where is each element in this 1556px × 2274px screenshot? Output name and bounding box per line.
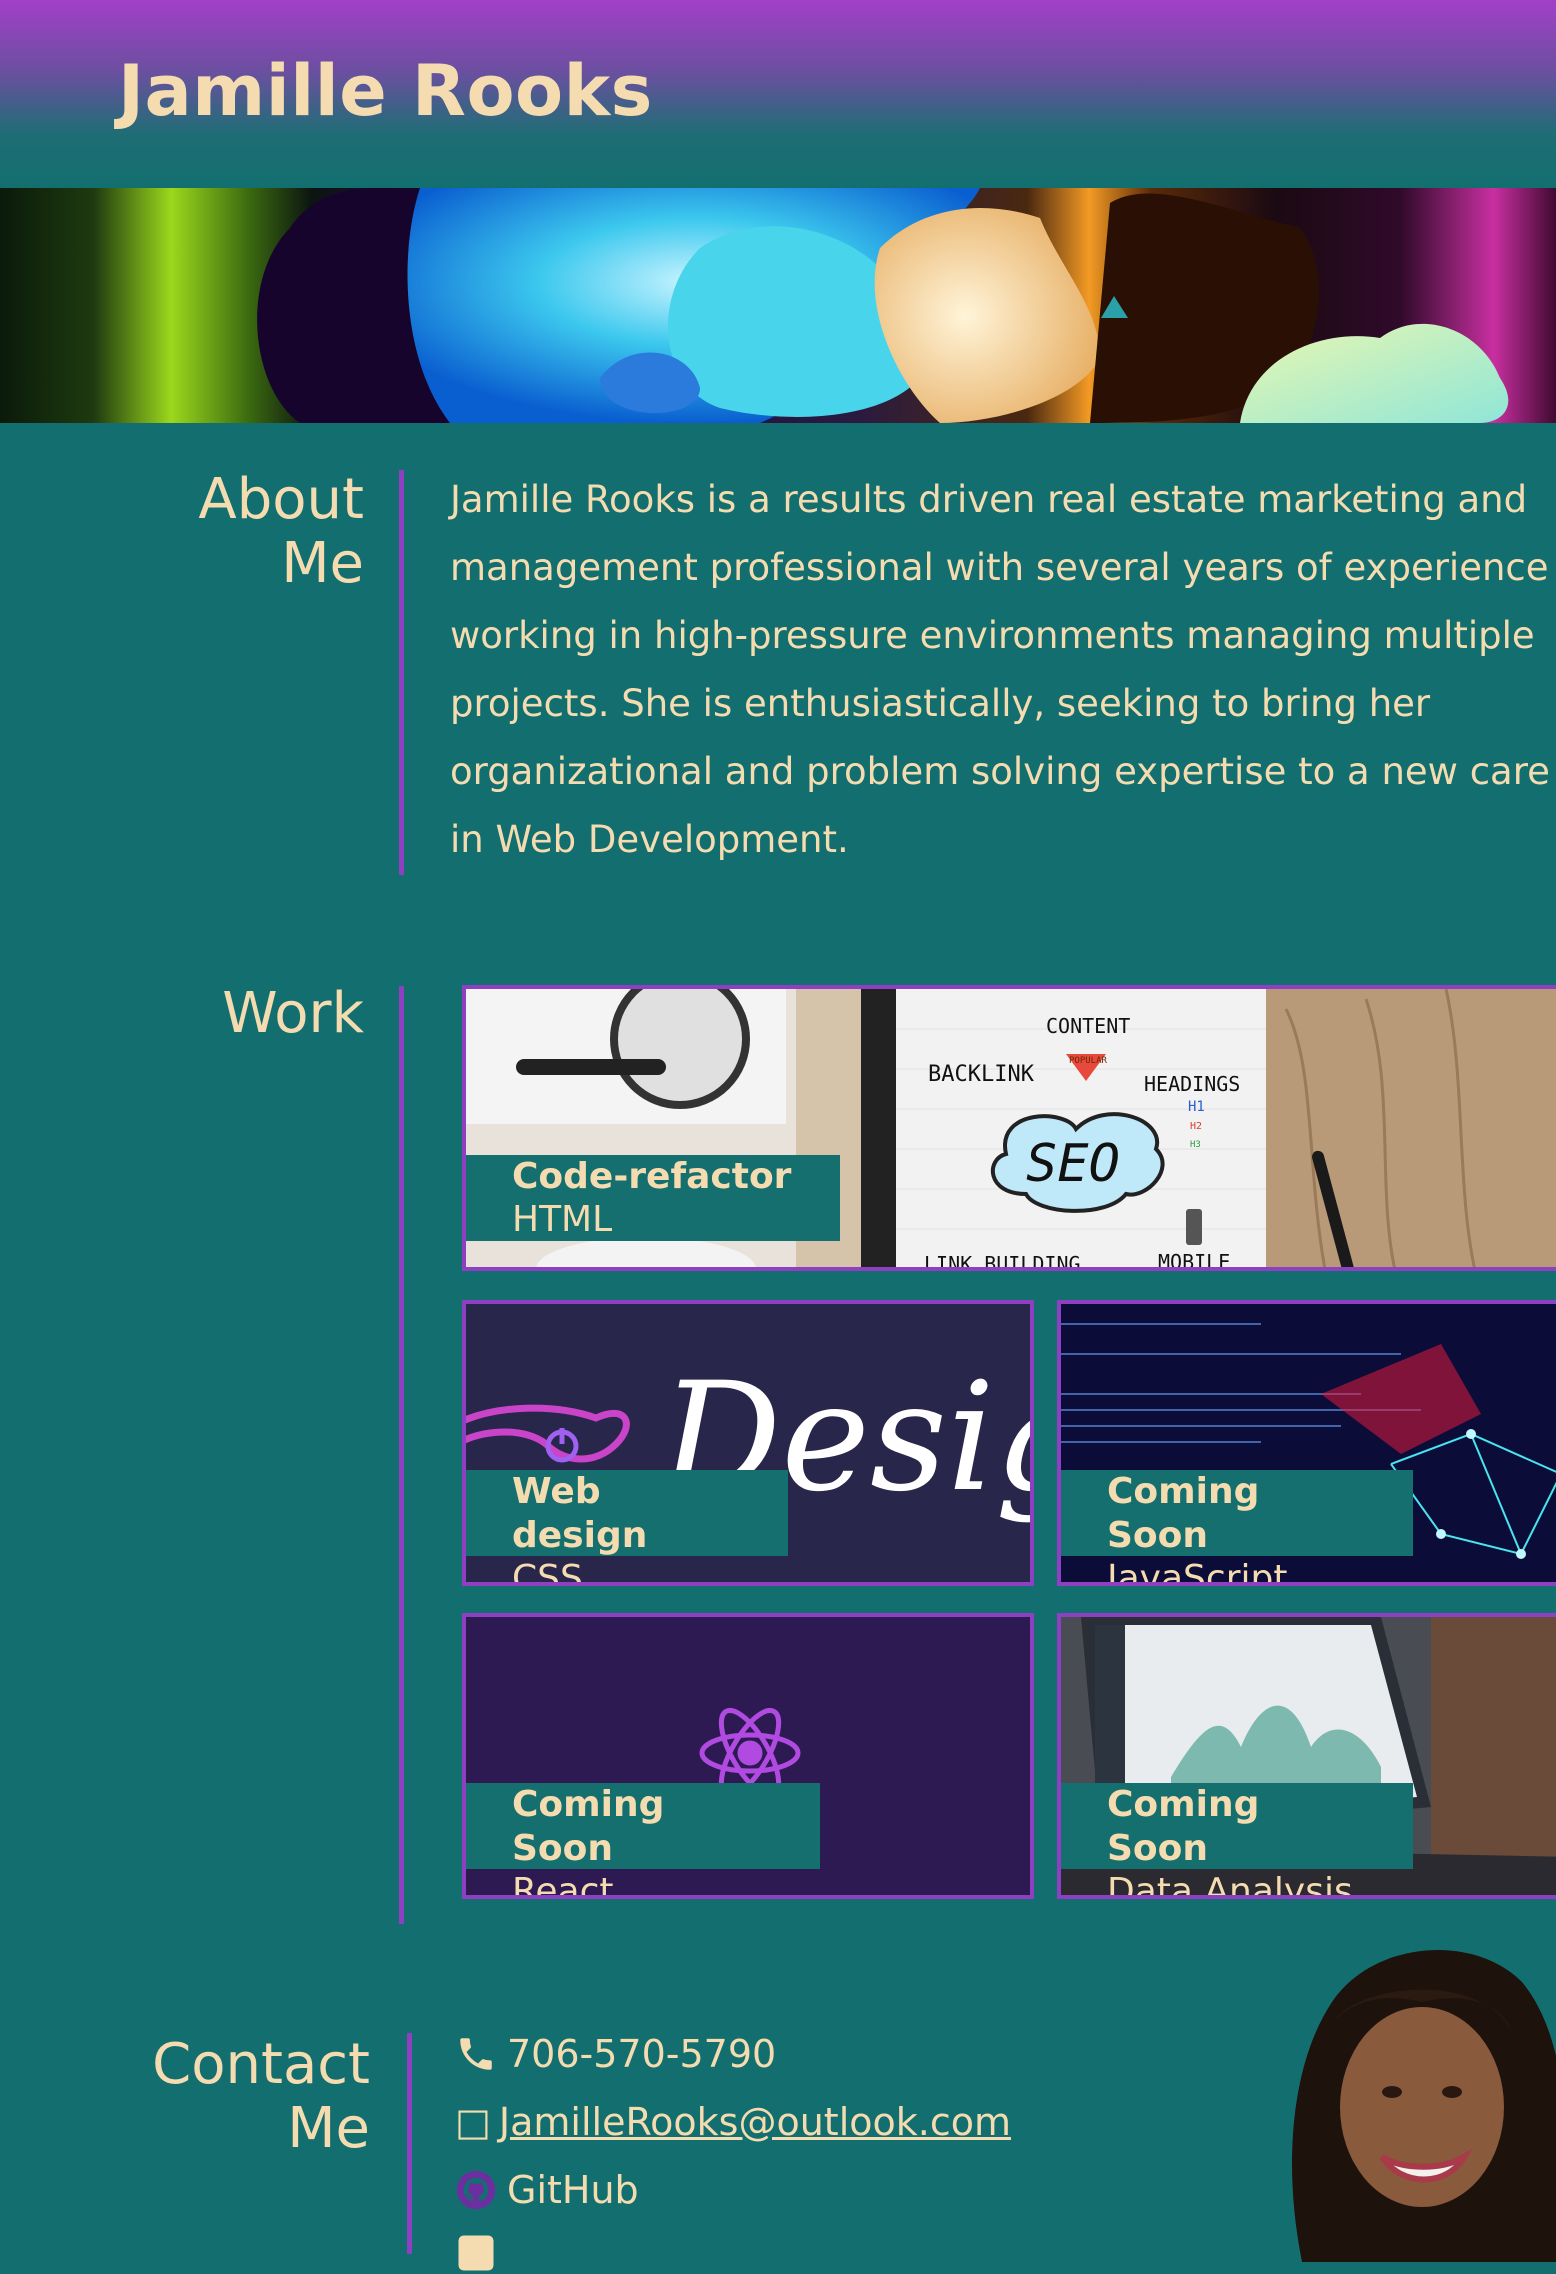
contact-email[interactable]: □ JamilleRooks@outlook.com [455,2100,1011,2144]
project-title: Coming Soon [512,1784,665,1869]
project-subtitle: CSS [512,1558,583,1586]
seo-word-popular: POPULAR [1069,1056,1108,1066]
seo-word-headings: HEADINGS [1144,1072,1240,1096]
project-title: Coming Soon [1107,1784,1260,1869]
about-divider [399,470,404,875]
seo-word-h1: H1 [1188,1099,1205,1115]
seo-word-h2: H2 [1190,1121,1202,1132]
seo-word-link-building: LINK BUILDING [924,1252,1081,1271]
linkedin-icon [458,2235,494,2271]
seo-word-h3: H3 [1190,1140,1201,1150]
project-label: Code-refactor HTML [466,1155,840,1241]
contact-github[interactable]: GitHub [455,2168,639,2212]
project-card-javascript[interactable]: Coming Soon JavaScript [1057,1300,1556,1586]
project-title: Coming Soon [1107,1471,1260,1556]
project-card-web-design[interactable]: Design Web design CSS [462,1300,1034,1586]
seo-word-backlink: BACKLINK [928,1062,1035,1087]
work-heading: Work [222,981,364,1046]
github-label: GitHub [507,2168,639,2212]
project-title: Code-refactor [512,1156,792,1197]
project-card-data-analysis[interactable]: Coming Soon Data Analysis [1057,1613,1556,1899]
phone-number: 706-570-5790 [507,2032,777,2076]
contact-linkedin[interactable] [455,2232,507,2274]
project-label: Coming Soon JavaScript [1061,1470,1413,1582]
about-text: Jamille Rooks is a results driven real e… [450,478,1550,861]
email-link[interactable]: JamilleRooks@outlook.com [499,2100,1011,2144]
project-title: Web design [512,1471,648,1556]
project-subtitle: Data Analysis [1107,1871,1353,1899]
project-subtitle: HTML [512,1199,613,1240]
project-subtitle: React [512,1871,614,1899]
seo-word-seo: SEO [1026,1134,1120,1194]
seo-word-mobile: MOBILE [1158,1250,1230,1271]
contact-divider [407,2033,412,2254]
about-heading: About Me [198,467,364,596]
seo-word-content: CONTENT [1046,1014,1130,1038]
contact-phone[interactable]: 706-570-5790 [455,2032,776,2076]
project-card-code-refactor[interactable]: CONTENT POPULAR BACKLINK HEADINGS H1 H2 … [462,985,1556,1271]
site-title: Jamille Rooks [118,50,653,132]
project-label: Web design CSS [466,1470,788,1582]
project-label: Coming Soon React [466,1783,820,1895]
profile-portrait [1292,1949,1556,2262]
phone-icon [460,2038,492,2070]
hero-abstract-art [257,188,1509,423]
site-header: Jamille Rooks [0,0,1556,188]
project-subtitle: JavaScript [1107,1558,1288,1586]
project-label: Coming Soon Data Analysis [1061,1783,1413,1895]
contact-heading: Contact Me [152,2032,370,2161]
profile-photo [1272,1942,1556,2262]
project-card-react[interactable]: Coming Soon React [462,1613,1034,1899]
github-icon [456,2170,496,2210]
email-icon: □ [455,2100,491,2144]
work-divider [399,986,404,1924]
hero-banner [0,188,1556,423]
